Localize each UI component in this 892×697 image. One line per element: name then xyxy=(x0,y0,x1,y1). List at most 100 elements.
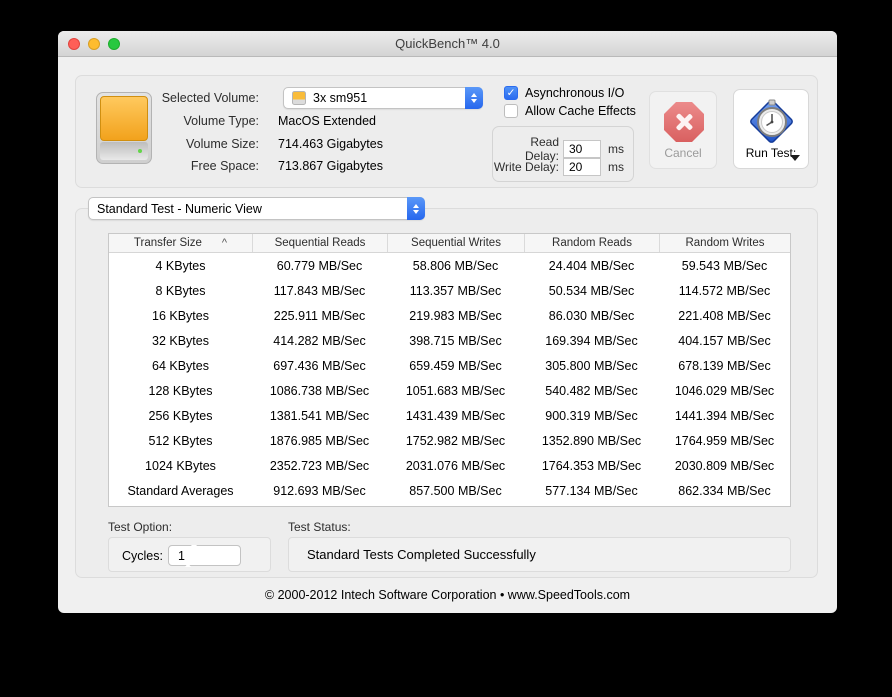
test-option-box: Cycles: 1 xyxy=(108,537,271,572)
selected-volume-value: 3x sm951 xyxy=(313,91,368,105)
table-cell: 1352.890 MB/Sec xyxy=(541,433,642,448)
popup-stepper-icon xyxy=(465,87,483,109)
table-cell: 4 KBytes xyxy=(155,258,206,273)
volume-type-value: MacOS Extended xyxy=(278,114,376,128)
cancel-button[interactable]: Cancel xyxy=(649,91,717,169)
table-row: 64 KBytes 697.436 MB/Sec 659.459 MB/Sec 305… xyxy=(109,353,790,378)
table-cell: 1764.959 MB/Sec xyxy=(674,433,775,448)
table-cell: 1051.683 MB/Sec xyxy=(405,383,506,398)
popup-stepper-icon xyxy=(407,197,425,220)
view-mode-value: Standard Test - Numeric View xyxy=(97,201,262,216)
cache-effects-checkbox[interactable] xyxy=(504,104,518,118)
table-row: 4 KBytes 60.779 MB/Sec 58.806 MB/Sec 24.404… xyxy=(109,253,790,278)
table-cell: 114.572 MB/Sec xyxy=(678,283,771,298)
copyright-text: © 2000-2012 Intech Software Corporation … xyxy=(264,588,631,602)
cycles-value: 1 xyxy=(177,548,185,563)
table-row: 16 KBytes 225.911 MB/Sec 219.983 MB/Sec 86.… xyxy=(109,303,790,328)
table-cell: 225.911 MB/Sec xyxy=(273,308,366,323)
cancel-stop-icon xyxy=(664,102,704,142)
write-delay-input[interactable] xyxy=(563,158,601,176)
async-io-checkbox[interactable]: ✓ xyxy=(504,86,518,100)
table-cell: 659.459 MB/Sec xyxy=(409,358,502,373)
table-cell: 59.543 MB/Sec xyxy=(681,258,768,273)
table-cell: 16 KBytes xyxy=(152,308,209,323)
column-header-random-reads[interactable]: Random Reads xyxy=(524,234,659,252)
sort-ascending-icon: ^ xyxy=(221,237,228,249)
title-bar[interactable]: QuickBench™ 4.0 xyxy=(58,31,837,57)
read-delay-unit: ms xyxy=(608,142,624,156)
read-delay-input[interactable] xyxy=(563,140,601,158)
table-row: 1024 KBytes 2352.723 MB/Sec 2031.076 MB/Se… xyxy=(109,453,790,478)
write-delay-label: Write Delay: xyxy=(493,160,559,174)
column-header-sequential-reads[interactable]: Sequential Reads xyxy=(252,234,387,252)
table-cell: 24.404 MB/Sec xyxy=(548,258,635,273)
table-cell: 2031.076 MB/Sec xyxy=(405,458,506,473)
run-test-dropdown-icon[interactable] xyxy=(790,155,800,161)
async-io-option: ✓ Asynchronous I/O xyxy=(504,86,624,100)
table-cell: 414.282 MB/Sec xyxy=(273,333,366,348)
table-cell: 221.408 MB/Sec xyxy=(678,308,771,323)
cycles-stepper[interactable]: 1 xyxy=(167,544,241,567)
table-cell: 50.534 MB/Sec xyxy=(548,283,635,298)
cycles-label: Cycles: xyxy=(122,548,163,563)
table-cell: 577.134 MB/Sec xyxy=(545,483,638,498)
column-header-transfer-size[interactable]: Transfer Size ^ xyxy=(109,234,252,252)
table-cell: 900.319 MB/Sec xyxy=(545,408,638,423)
table-cell: 1046.029 MB/Sec xyxy=(674,383,775,398)
popup-stepper-icon xyxy=(184,544,197,567)
view-mode-select[interactable]: Standard Test - Numeric View xyxy=(88,197,425,220)
write-delay-unit: ms xyxy=(608,160,624,174)
table-header-row: Transfer Size ^ Sequential Reads Sequential… xyxy=(109,234,790,253)
volume-options-panel: Selected Volume: Volume Type: Volume Siz… xyxy=(75,75,818,188)
test-status-message: Standard Tests Completed Successfully xyxy=(307,547,536,562)
table-row: 8 KBytes 117.843 MB/Sec 113.357 MB/Sec 50.5… xyxy=(109,278,790,303)
column-header-random-writes[interactable]: Random Writes xyxy=(659,234,790,252)
table-row: 128 KBytes 1086.738 MB/Sec 1051.683 MB/Sec… xyxy=(109,378,790,403)
table-cell: 404.157 MB/Sec xyxy=(678,333,771,348)
table-body: 4 KBytes 60.779 MB/Sec 58.806 MB/Sec 24.404… xyxy=(109,253,790,503)
selected-volume-label: Selected Volume: xyxy=(161,91,259,105)
table-cell: 58.806 MB/Sec xyxy=(412,258,499,273)
table-cell: 169.394 MB/Sec xyxy=(545,333,638,348)
table-cell: 2030.809 MB/Sec xyxy=(674,458,775,473)
table-cell: 117.843 MB/Sec xyxy=(273,283,366,298)
table-cell: 512 KBytes xyxy=(148,433,213,448)
table-cell: 305.800 MB/Sec xyxy=(545,358,638,373)
table-cell: 32 KBytes xyxy=(152,333,209,348)
table-cell: 219.983 MB/Sec xyxy=(409,308,502,323)
table-cell: Standard Averages xyxy=(127,483,234,498)
table-row: Standard Averages 912.693 MB/Sec 857.500 M… xyxy=(109,478,790,503)
table-cell: 2352.723 MB/Sec xyxy=(269,458,370,473)
table-cell: 1876.985 MB/Sec xyxy=(269,433,370,448)
delay-settings-box: Read Delay: ms Write Delay: ms xyxy=(492,126,634,182)
table-cell: 1441.394 MB/Sec xyxy=(674,408,775,423)
test-status-box: Standard Tests Completed Successfully xyxy=(288,537,791,572)
table-cell: 697.436 MB/Sec xyxy=(273,358,366,373)
cache-effects-label: Allow Cache Effects xyxy=(525,104,636,118)
cancel-button-label: Cancel xyxy=(664,146,702,160)
column-header-sequential-writes[interactable]: Sequential Writes xyxy=(387,234,524,252)
results-panel: Transfer Size ^ Sequential Reads Sequential… xyxy=(75,208,818,578)
table-cell: 1764.353 MB/Sec xyxy=(541,458,642,473)
selected-volume-select[interactable]: 3x sm951 xyxy=(283,87,483,109)
table-cell: 86.030 MB/Sec xyxy=(548,308,635,323)
mini-drive-icon xyxy=(292,91,306,105)
table-cell: 113.357 MB/Sec xyxy=(409,283,502,298)
run-test-button[interactable]: Run Test: xyxy=(733,89,809,169)
window-title: QuickBench™ 4.0 xyxy=(395,36,500,51)
volume-type-label: Volume Type: xyxy=(183,114,259,128)
results-table: Transfer Size ^ Sequential Reads Sequential… xyxy=(108,233,791,507)
table-cell: 398.715 MB/Sec xyxy=(409,333,502,348)
table-cell: 1086.738 MB/Sec xyxy=(269,383,370,398)
table-cell: 60.779 MB/Sec xyxy=(276,258,363,273)
table-cell: 862.334 MB/Sec xyxy=(678,483,771,498)
cache-effects-option: Allow Cache Effects xyxy=(504,104,636,118)
free-space-value: 713.867 Gigabytes xyxy=(278,159,383,173)
test-option-label: Test Option: xyxy=(108,520,173,534)
table-cell: 1431.439 MB/Sec xyxy=(405,408,506,423)
table-cell: 64 KBytes xyxy=(152,358,209,373)
volume-size-value: 714.463 Gigabytes xyxy=(278,137,383,151)
table-cell: 8 KBytes xyxy=(155,283,206,298)
table-cell: 1381.541 MB/Sec xyxy=(269,408,370,423)
stopwatch-icon xyxy=(750,99,793,143)
